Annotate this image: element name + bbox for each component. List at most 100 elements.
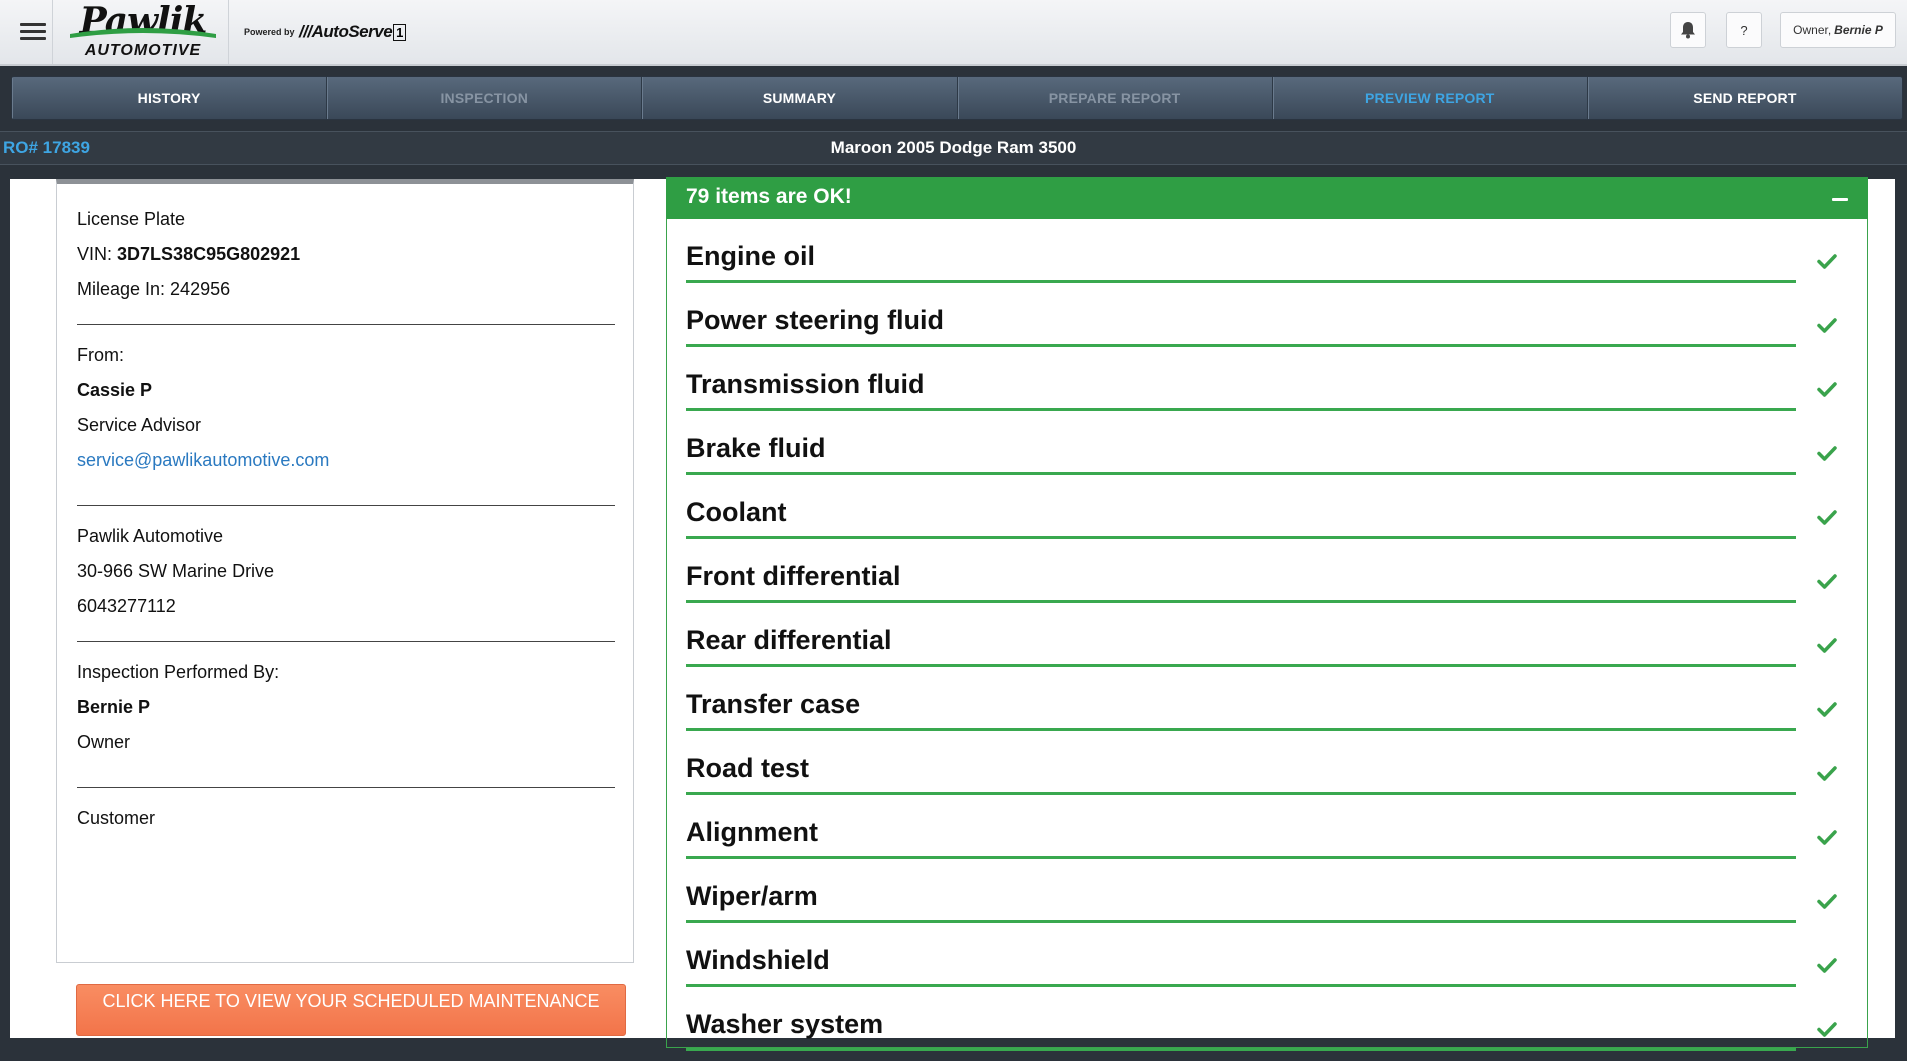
user-name: Bernie P — [1834, 23, 1883, 37]
ok-item-row: Power steering fluid — [686, 293, 1858, 357]
ok-item-underline — [686, 344, 1796, 347]
ok-items-title: 79 items are OK! — [686, 185, 852, 208]
tab-summary[interactable]: SUMMARY — [642, 77, 958, 119]
checkmark-icon — [1817, 446, 1837, 461]
ok-item-underline — [686, 856, 1796, 859]
ok-item-row: Transmission fluid — [686, 357, 1858, 421]
ok-item-row: Washer system — [686, 997, 1858, 1061]
ok-item-underline — [686, 1048, 1796, 1051]
vin-row: VIN: 3D7LS38C95G802921 — [77, 244, 300, 265]
checkmark-icon — [1817, 574, 1837, 589]
user-menu-button[interactable]: Owner, Bernie P — [1780, 12, 1896, 48]
report-content: License Plate VIN: 3D7LS38C95G802921 Mil… — [10, 177, 1895, 1051]
report-nav-tabs: HISTORY INSPECTION SUMMARY PREPARE REPOR… — [11, 76, 1903, 120]
help-button[interactable]: ? — [1726, 12, 1762, 48]
ok-item-name: Rear differential — [686, 625, 892, 655]
ok-item-underline — [686, 536, 1796, 539]
autoserve-number: 1 — [393, 23, 407, 41]
ok-item-name: Brake fluid — [686, 433, 826, 463]
ok-item-row: Front differential — [686, 549, 1858, 613]
ok-item-name: Washer system — [686, 1009, 884, 1039]
checkmark-icon — [1817, 766, 1837, 781]
repair-order-number[interactable]: RO# 17839 — [3, 138, 90, 158]
ok-item-underline — [686, 664, 1796, 667]
checkmark-icon — [1817, 254, 1837, 269]
ok-item-name: Transfer case — [686, 689, 861, 719]
advisor-name: Cassie P — [77, 380, 153, 400]
ok-item-underline — [686, 600, 1796, 603]
powered-by-autoserve: Powered by ///AutoServe 1 — [244, 22, 407, 42]
checkmark-icon — [1817, 1022, 1837, 1037]
ok-item-underline — [686, 280, 1796, 283]
ok-item-row: Coolant — [686, 485, 1858, 549]
vin-label: VIN: — [77, 244, 113, 264]
tab-history[interactable]: HISTORY — [12, 77, 328, 119]
ok-item-name: Alignment — [686, 817, 818, 847]
checkmark-icon — [1817, 830, 1837, 845]
autoserve-logo-text: ///AutoServe — [298, 22, 393, 41]
ok-item-name: Windshield — [686, 945, 830, 975]
checkmark-icon — [1817, 702, 1837, 717]
from-label: From: — [77, 345, 124, 365]
collapse-minus-icon[interactable] — [1832, 191, 1848, 207]
ok-item-row: Brake fluid — [686, 421, 1858, 485]
ok-item-underline — [686, 792, 1796, 795]
checkmark-icon — [1817, 382, 1837, 397]
advisor-role: Service Advisor — [77, 415, 202, 435]
mileage-in: Mileage In: 242956 — [77, 279, 231, 299]
ok-item-underline — [686, 408, 1796, 411]
tab-inspection[interactable]: INSPECTION — [327, 77, 643, 119]
customer-label: Customer — [77, 808, 156, 828]
ok-item-row: Wiper/arm — [686, 869, 1858, 933]
customer-info-card: License Plate VIN: 3D7LS38C95G802921 Mil… — [56, 179, 634, 963]
menu-icon[interactable] — [20, 20, 46, 44]
notifications-button[interactable] — [1670, 12, 1706, 48]
tab-preview-report[interactable]: PREVIEW REPORT — [1273, 77, 1588, 119]
checkmark-icon — [1817, 894, 1837, 909]
tab-send-report[interactable]: SEND REPORT — [1588, 77, 1902, 119]
ok-item-row: Road test — [686, 741, 1858, 805]
vin-value: 3D7LS38C95G802921 — [117, 244, 301, 264]
checkmark-icon — [1817, 510, 1837, 525]
header-divider — [52, 0, 53, 64]
ok-item-row: Engine oil — [686, 229, 1858, 293]
divider — [77, 324, 615, 325]
ok-item-name: Transmission fluid — [686, 369, 925, 399]
shop-phone: 6043277112 — [77, 596, 176, 616]
ok-item-row: Windshield — [686, 933, 1858, 997]
advisor-email-link[interactable]: service@pawlikautomotive.com — [77, 450, 329, 471]
checkmark-icon — [1817, 318, 1837, 333]
vehicle-title: Maroon 2005 Dodge Ram 3500 — [830, 138, 1077, 157]
autoserve-name: AutoServe — [311, 22, 393, 41]
divider — [77, 641, 615, 642]
ok-item-underline — [686, 984, 1796, 987]
header-divider — [228, 0, 229, 64]
pawlik-logo: Pawlik AUTOMOTIVE — [62, 0, 224, 60]
shop-address: 30-966 SW Marine Drive — [77, 561, 275, 581]
tab-prepare-report[interactable]: PREPARE REPORT — [958, 77, 1273, 119]
ok-item-name: Engine oil — [686, 241, 816, 271]
checkmark-icon — [1817, 958, 1837, 973]
inspector-role: Owner — [77, 732, 131, 752]
ok-item-name: Front differential — [686, 561, 901, 591]
logo-swoosh-icon — [70, 28, 216, 38]
license-plate-label: License Plate — [77, 209, 186, 229]
scheduled-maintenance-button[interactable]: CLICK HERE TO VIEW YOUR SCHEDULED MAINTE… — [76, 984, 626, 1036]
ok-item-underline — [686, 472, 1796, 475]
inspector-label: Inspection Performed By: — [77, 662, 280, 682]
inspector-name: Bernie P — [77, 697, 151, 717]
logo-subtitle: AUTOMOTIVE — [84, 42, 202, 59]
ok-items-header[interactable]: 79 items are OK! — [666, 177, 1868, 219]
divider — [77, 505, 615, 506]
ok-item-row: Rear differential — [686, 613, 1858, 677]
divider — [77, 787, 615, 788]
help-icon: ? — [1740, 22, 1748, 38]
ok-item-row: Transfer case — [686, 677, 1858, 741]
bell-icon — [1681, 22, 1695, 39]
user-role: Owner, — [1793, 23, 1832, 37]
repair-order-bar: Maroon 2005 Dodge Ram 3500 RO# 17839 — [0, 131, 1907, 165]
powered-by-label: Powered by — [244, 27, 295, 37]
ok-items-list: Engine oil Power steering fluid Transmissi… — [686, 229, 1858, 1061]
ok-item-name: Power steering fluid — [686, 305, 945, 335]
ok-item-row: Alignment — [686, 805, 1858, 869]
